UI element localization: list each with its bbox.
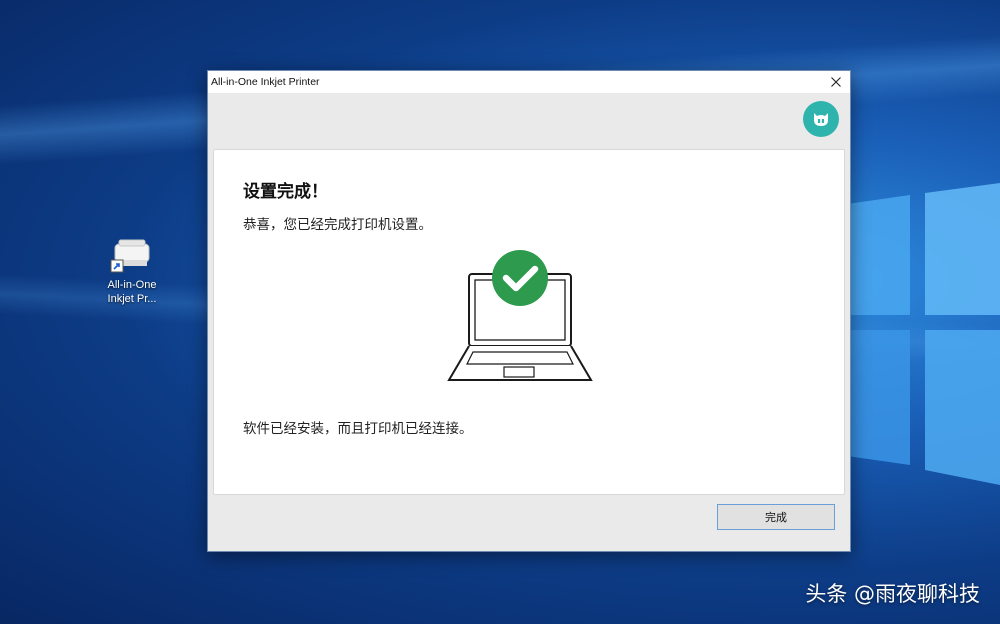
- desktop-icon-label-line1: All-in-One: [107, 279, 157, 291]
- install-status-text: 软件已经安装，而且打印机已经连接。: [243, 421, 473, 437]
- desktop-icon-label: All-in-One Inkjet Pr...: [108, 278, 157, 306]
- dialog-titlebar[interactable]: All-in-One Inkjet Printer: [208, 71, 850, 93]
- close-button[interactable]: [822, 71, 850, 93]
- finish-button[interactable]: 完成: [717, 504, 835, 530]
- dialog-title: All-in-One Inkjet Printer: [211, 76, 320, 88]
- desktop: All-in-One Inkjet Pr... All-in-One Inkje…: [0, 0, 1000, 624]
- page-title: 设置完成！: [243, 182, 328, 202]
- close-icon: [831, 77, 841, 87]
- dialog-header: [208, 93, 850, 147]
- printer-icon: [109, 238, 155, 274]
- dialog-content-panel: 设置完成！ 恭喜，您已经完成打印机设置。 软件已经安装，而且打印机已经连接。: [213, 149, 845, 495]
- desktop-icon-label-line2: Inkjet Pr...: [107, 293, 157, 305]
- windows-logo-wallpaper: [840, 183, 1000, 485]
- mi-logo-icon: [803, 101, 839, 137]
- congrats-text: 恭喜，您已经完成打印机设置。: [243, 217, 432, 233]
- watermark-text: 头条 @雨夜聊科技: [805, 582, 980, 606]
- desktop-printer-shortcut[interactable]: All-in-One Inkjet Pr...: [96, 238, 168, 306]
- setup-dialog: All-in-One Inkjet Printer 设置完成！ 恭喜，您已经完成…: [207, 70, 851, 552]
- laptop-success-illustration: [447, 250, 593, 381]
- checkmark-circle-icon: [492, 250, 548, 306]
